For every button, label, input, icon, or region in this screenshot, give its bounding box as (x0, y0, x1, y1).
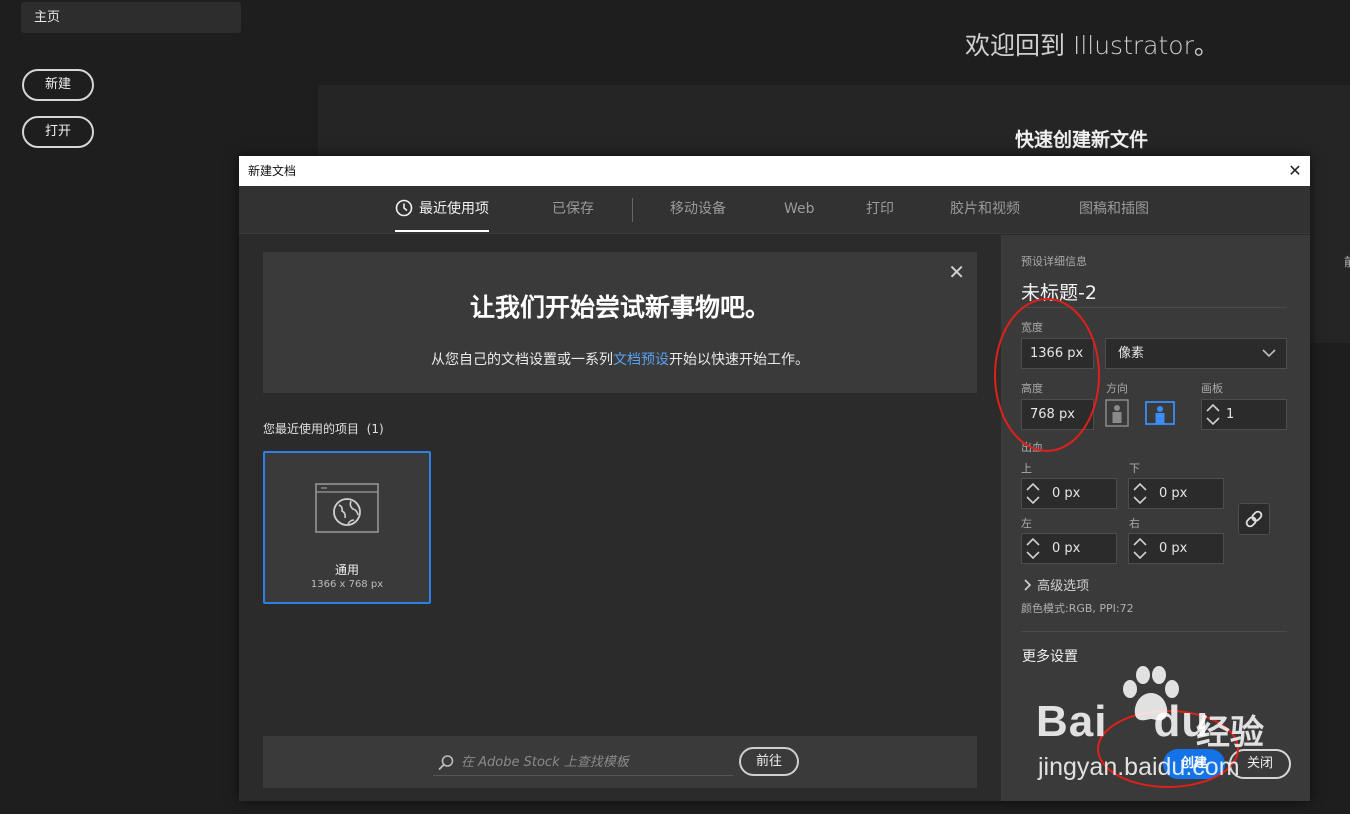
height-field[interactable]: 768 px (1021, 399, 1094, 430)
quick-create-heading: 快速创建新文件 (1015, 129, 1149, 151)
chevron-right-icon (1024, 579, 1032, 591)
stock-go-button[interactable]: 前往 (739, 747, 799, 776)
advanced-options-toggle[interactable]: 高级选项 (1023, 575, 1089, 594)
stepper-arrows-icon[interactable] (1202, 400, 1224, 429)
home-tab[interactable]: 主页 (21, 2, 241, 33)
document-name-field[interactable]: 未标题-2 (1021, 278, 1287, 308)
banner-title: 让我们开始尝试新事物吧。 (469, 293, 770, 322)
stepper-arrows-icon[interactable] (1022, 479, 1044, 508)
link-bleed-button[interactable] (1238, 503, 1270, 535)
tab-recent-label: 最近使用项 (419, 201, 489, 217)
bleed-top-label: 上 (1021, 462, 1032, 475)
new-document-dialog: 新建文档 ✕ 最近使用项 已保存 移动设备 Web 打印 胶片和视频 图稿和插图… (239, 156, 1310, 801)
banner-close-icon[interactable]: ✕ (948, 260, 965, 284)
stepper-arrows-icon[interactable] (1022, 534, 1044, 563)
welcome-title: 欢迎回到 Illustrator。 (965, 31, 1219, 60)
home-open-button[interactable]: 打开 (22, 116, 94, 148)
tab-saved[interactable]: 已保存 (552, 186, 594, 233)
width-field[interactable]: 1366 px (1021, 338, 1094, 369)
clock-icon (395, 199, 413, 216)
portrait-orientation-icon[interactable] (1104, 399, 1130, 427)
stepper-arrows-icon[interactable] (1129, 534, 1151, 563)
landscape-orientation-icon[interactable] (1145, 399, 1175, 427)
bleed-label: 出血 (1021, 441, 1043, 454)
recent-item-size: 1366 x 768 px (310, 579, 384, 590)
recent-pane: ✕ 让我们开始尝试新事物吧。 从您自己的文档设置或一系列文档预设开始以快速开始工… (239, 235, 1001, 801)
dialog-titlebar: 新建文档 ✕ (239, 156, 1310, 186)
artboards-value: 1 (1226, 407, 1235, 422)
dialog-title: 新建文档 (248, 164, 297, 178)
bleed-left-label: 左 (1021, 517, 1032, 530)
preset-details-heading: 预设详细信息 (1021, 255, 1087, 268)
tab-print[interactable]: 打印 (866, 186, 894, 233)
recent-items-label: 您最近使用的项目 (1) (263, 420, 384, 437)
create-button[interactable]: 创建 (1163, 749, 1225, 779)
height-label: 高度 (1021, 382, 1043, 395)
artboards-stepper[interactable]: 1 (1201, 399, 1287, 430)
chevron-down-icon (1262, 349, 1276, 358)
preset-tabs: 最近使用项 已保存 移动设备 Web 打印 胶片和视频 图稿和插图 (239, 186, 1310, 234)
units-value: 像素 (1118, 346, 1145, 361)
tab-mobile[interactable]: 移动设备 (670, 186, 726, 233)
search-icon (438, 755, 454, 771)
orientation-label: 方向 (1106, 382, 1128, 395)
banner-sub-before: 从您自己的文档设置或一系列 (431, 352, 613, 368)
dialog-close-icon[interactable]: ✕ (1286, 162, 1304, 180)
recent-count: (1) (366, 422, 384, 436)
banner-sub-after: 开始以快速开始工作。 (669, 352, 809, 368)
banner-subtitle: 从您自己的文档设置或一系列文档预设开始以快速开始工作。 (263, 349, 977, 369)
close-button[interactable]: 关闭 (1229, 749, 1291, 779)
tab-film-video[interactable]: 胶片和视频 (950, 186, 1020, 233)
width-label: 宽度 (1021, 321, 1043, 334)
tab-web[interactable]: Web (784, 186, 815, 233)
tab-recent[interactable]: 最近使用项 (395, 186, 489, 232)
intro-banner: ✕ 让我们开始尝试新事物吧。 从您自己的文档设置或一系列文档预设开始以快速开始工… (263, 252, 977, 393)
recent-label-text: 您最近使用的项目 (263, 422, 360, 436)
link-icon (1245, 510, 1263, 528)
bleed-left-value: 0 px (1052, 541, 1081, 556)
stock-search-input[interactable] (461, 750, 731, 774)
preset-details-pane: 预设详细信息 未标题-2 宽度 1366 px 像素 高度 768 px 方向 … (1001, 235, 1310, 801)
tab-separator (632, 198, 633, 222)
bleed-right-stepper[interactable]: 0 px (1128, 533, 1224, 564)
bleed-right-value: 0 px (1159, 541, 1188, 556)
bleed-right-label: 右 (1129, 517, 1140, 530)
more-settings-link[interactable]: 更多设置 (1022, 646, 1078, 666)
divider (1021, 631, 1287, 632)
tab-art-illustration[interactable]: 图稿和插图 (1079, 186, 1149, 233)
bleed-bottom-label: 下 (1129, 462, 1140, 475)
document-presets-link[interactable]: 文档预设 (613, 352, 669, 368)
home-new-button[interactable]: 新建 (22, 69, 94, 101)
stock-search-bar: 前往 (263, 736, 977, 788)
bleed-top-value: 0 px (1052, 486, 1081, 501)
stepper-arrows-icon[interactable] (1129, 479, 1151, 508)
bleed-bottom-stepper[interactable]: 0 px (1128, 478, 1224, 509)
color-mode-info: 颜色模式:RGB, PPI:72 (1021, 602, 1134, 615)
clipped-text: 前 (1344, 253, 1350, 270)
web-document-icon (315, 483, 379, 533)
recent-item-name: 通用 (334, 563, 359, 577)
units-select[interactable]: 像素 (1105, 338, 1287, 369)
advanced-options-label: 高级选项 (1037, 579, 1090, 594)
recent-item-card[interactable]: 通用 1366 x 768 px (263, 451, 431, 604)
bleed-left-stepper[interactable]: 0 px (1021, 533, 1117, 564)
bleed-top-stepper[interactable]: 0 px (1021, 478, 1117, 509)
bleed-bottom-value: 0 px (1159, 486, 1188, 501)
stock-search-field (433, 750, 733, 776)
artboards-label: 画板 (1201, 382, 1223, 395)
